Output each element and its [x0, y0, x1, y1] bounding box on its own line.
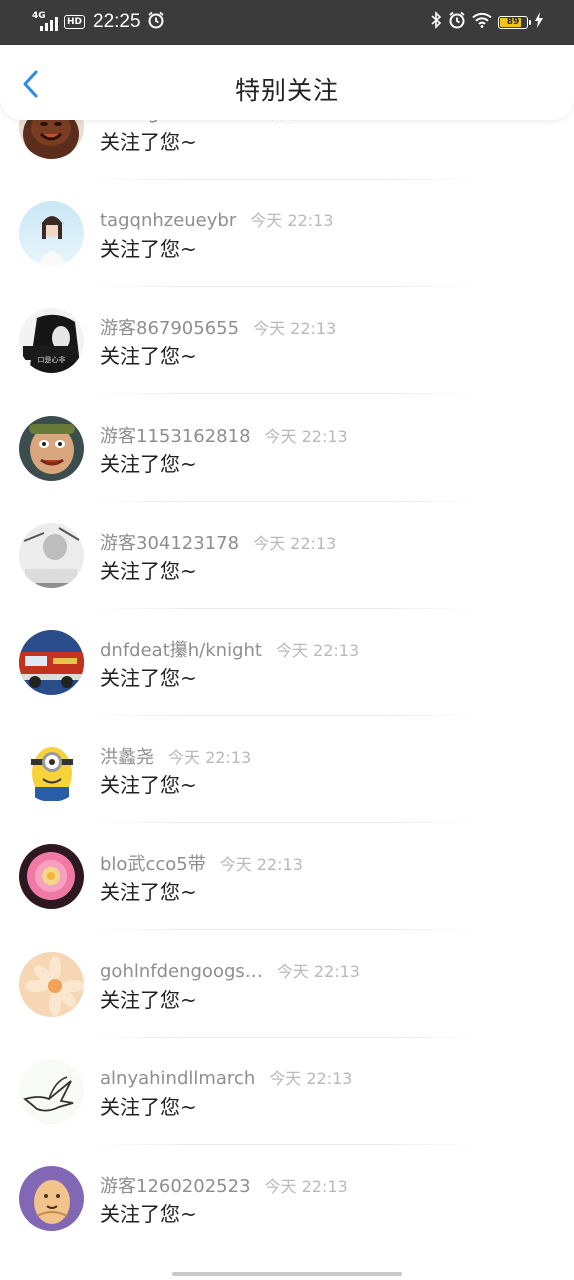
- follow-time: 今天 22:13: [275, 641, 360, 660]
- home-indicator: [172, 1272, 402, 1276]
- divider: [90, 822, 484, 824]
- username: 游客867905655: [100, 318, 240, 340]
- status-right: 89: [430, 10, 544, 34]
- girl-by-sea-avatar[interactable]: [19, 201, 84, 267]
- battery-level: 89: [506, 16, 520, 27]
- username: 游客304123178: [100, 532, 240, 554]
- cellular-signal-icon: 4G: [32, 11, 60, 31]
- username-line: 游客1260202523 今天 22:13: [100, 1172, 348, 1198]
- list-item[interactable]: blo武cco5带 今天 22:13 关注了您~: [0, 827, 574, 934]
- avatar-caption: 口是心非: [37, 356, 66, 365]
- follow-message: 关注了您~: [100, 880, 197, 905]
- battery-icon: 89: [498, 15, 531, 29]
- follow-message: 关注了您~: [100, 451, 197, 476]
- divider: [90, 1036, 484, 1038]
- divider: [90, 179, 484, 180]
- alarm-icon: [147, 11, 165, 33]
- follow-time: 今天 22:13: [250, 211, 334, 231]
- divider: [90, 1143, 484, 1145]
- username: alnyahindllmarch: [100, 1067, 256, 1089]
- follow-time: 今天 22:13: [168, 748, 252, 768]
- username-line: 游客304123178 今天 22:13: [100, 529, 336, 555]
- follow-message: 关注了您~: [100, 130, 197, 154]
- follow-message: 关注了您~: [100, 558, 197, 583]
- dove-sketch-avatar[interactable]: [19, 1058, 84, 1124]
- username-line: blo武cco5带 今天 22:13: [100, 850, 303, 876]
- sketch-avatar[interactable]: 真人不露相: [19, 522, 84, 588]
- follow-time: 今天 22:13: [253, 319, 337, 339]
- follow-message: 关注了您~: [100, 666, 197, 690]
- username: tagqnhzeueybr: [100, 210, 237, 232]
- charging-icon: [534, 12, 544, 32]
- status-left: 4G HD 22:25: [32, 10, 165, 34]
- list-item[interactable]: alnyahindllmarch 今天 22:13 关注了您~: [0, 1042, 574, 1149]
- list-item[interactable]: 洪蠡尧 今天 22:13 关注了您~: [0, 720, 574, 827]
- list-item[interactable]: 游客1260202523 今天 22:13 关注了您~: [0, 1149, 574, 1256]
- username: gohlnfdengoogs…: [100, 960, 263, 982]
- follow-message: 关注了您~: [100, 237, 197, 262]
- follow-time: 今天 22:13: [219, 855, 303, 875]
- list-item[interactable]: 真人不露相 游客304123178 今天 22:13 关注了您~: [0, 506, 574, 613]
- divider: [90, 715, 484, 716]
- username: dnfdeat攥h/knight: [100, 640, 262, 661]
- status-time: 22:25: [93, 11, 141, 32]
- bluetooth-icon: [430, 11, 442, 33]
- list-item[interactable]: dnfdeat攥h/knight 今天 22:13 关注了您~: [0, 613, 574, 720]
- dark-portrait-avatar[interactable]: 口是心非: [19, 308, 84, 374]
- divider: [90, 286, 484, 288]
- divider: [90, 393, 484, 395]
- list-item[interactable]: 口是心非 游客867905655 今天 22:13 关注了您~: [0, 291, 574, 398]
- username: 游客1260202523: [100, 1176, 251, 1197]
- divider: [90, 607, 484, 609]
- username-line: 游客867905655 今天 22:13: [100, 314, 336, 340]
- list-item[interactable]: 游客1153162818 今天 22:13 关注了您~: [0, 399, 574, 506]
- follow-message: 关注了您~: [100, 1202, 197, 1226]
- username-line: gohlnfdengoogs… 今天 22:13: [100, 958, 360, 982]
- follow-time: 今天 22:13: [269, 1068, 353, 1088]
- username-line: tagqnhzeueybr 今天 22:13: [100, 207, 333, 231]
- username-line: alnyahindllmarch 今天 22:13: [100, 1065, 352, 1089]
- follow-time: 今天 22:13: [264, 1177, 348, 1196]
- follow-time: 今天 22:13: [253, 533, 337, 553]
- follow-message: 关注了您~: [100, 1094, 197, 1119]
- status-bar: 4G HD 22:25 89: [0, 0, 574, 45]
- username-line: 游客1153162818 今天 22:13: [100, 422, 348, 448]
- alarm-icon: [448, 11, 466, 33]
- cartoon-face-avatar[interactable]: [19, 415, 84, 481]
- list-item[interactable]: tagqnhzeueybr 今天 22:13 关注了您~: [0, 184, 574, 291]
- daisy-avatar[interactable]: [19, 951, 84, 1017]
- divider: [90, 500, 484, 502]
- follow-time: 今天 22:13: [276, 961, 360, 981]
- follow-message: 关注了您~: [100, 344, 197, 369]
- hd-badge: HD: [64, 15, 86, 29]
- follow-time: 今天 22:13: [264, 426, 348, 446]
- pink-rose-avatar[interactable]: [19, 844, 84, 910]
- avatar-caption: 真人不露相: [34, 570, 69, 579]
- follow-message: 关注了您~: [100, 987, 197, 1012]
- page-title: 特别关注: [234, 76, 339, 105]
- username: blo武cco5带: [100, 854, 206, 876]
- username: 游客1153162818: [100, 425, 251, 447]
- follow-message: 关注了您~: [100, 773, 197, 798]
- list-item[interactable]: gohlnfdengoogs… 今天 22:13 关注了您~: [0, 935, 574, 1042]
- minion-avatar[interactable]: [19, 737, 84, 803]
- username-line: dnfdeat攥h/knight 今天 22:13: [100, 636, 359, 662]
- username: 洪蠡尧: [100, 747, 154, 769]
- divider: [90, 929, 484, 931]
- nav-bar: 特别关注: [0, 45, 574, 120]
- wifi-icon: [472, 12, 492, 32]
- purple-cartoon-avatar[interactable]: [19, 1166, 84, 1231]
- fire-truck-avatar[interactable]: [19, 630, 84, 695]
- username-line: 洪蠡尧 今天 22:13: [100, 743, 251, 769]
